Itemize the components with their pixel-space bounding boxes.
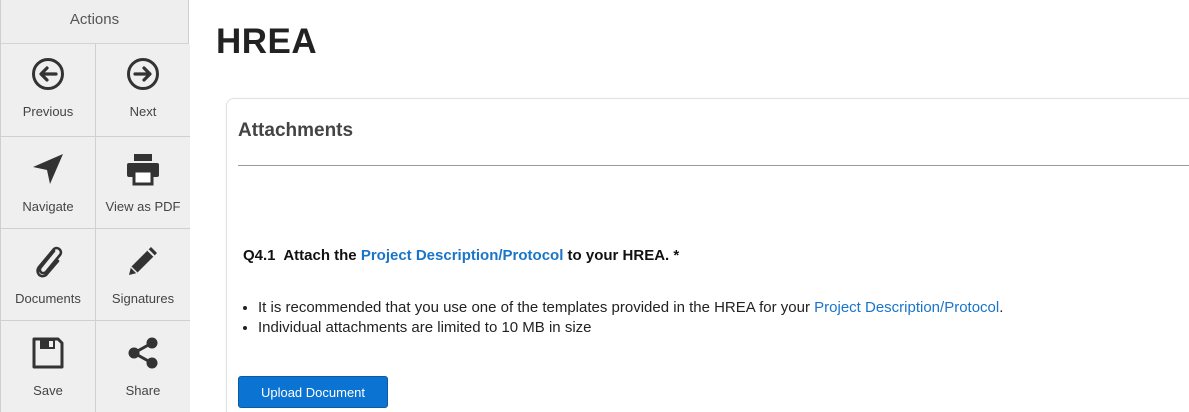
signatures-button[interactable]: Signatures <box>96 229 190 321</box>
section-title: Attachments <box>238 120 354 141</box>
bullet-text: It is recommended that you use one of th… <box>258 299 810 316</box>
documents-button[interactable]: Documents <box>1 229 96 321</box>
list-item: Individual attachments are limited to 10… <box>258 318 1003 338</box>
save-label: Save <box>33 383 63 398</box>
signatures-label: Signatures <box>111 291 175 306</box>
view-as-pdf-button[interactable]: View as PDF <box>96 137 190 229</box>
question-number: Q4.1 <box>243 247 276 264</box>
arrow-left-circle-icon <box>28 54 68 94</box>
question-q4-1: Q4.1 Attach the Project Description/Prot… <box>243 247 679 264</box>
save-button[interactable]: Save <box>1 321 96 412</box>
printer-icon <box>123 149 163 189</box>
upload-document-button[interactable]: Upload Document <box>238 376 388 408</box>
actions-grid: Previous Next Navigate View as PDF Docum… <box>1 44 190 412</box>
actions-sidebar: Actions Previous Next Navigate View as P… <box>0 0 190 412</box>
paperclip-icon <box>28 241 68 281</box>
previous-button[interactable]: Previous <box>1 44 96 137</box>
save-icon <box>28 333 68 373</box>
share-icon <box>123 333 163 373</box>
project-description-link[interactable]: Project Description/Protocol <box>361 247 564 264</box>
navigate-button[interactable]: Navigate <box>1 137 96 229</box>
arrow-right-circle-icon <box>123 54 163 94</box>
sidebar-title: Actions <box>1 0 188 44</box>
instructions-list: It is recommended that you use one of th… <box>258 298 1003 338</box>
view-as-pdf-label: View as PDF <box>105 199 181 214</box>
question-suffix: to your HREA. * <box>567 247 680 264</box>
navigate-icon <box>28 149 68 189</box>
previous-label: Previous <box>22 104 74 119</box>
share-button[interactable]: Share <box>96 321 190 412</box>
next-button[interactable]: Next <box>96 44 190 137</box>
project-description-link-2[interactable]: Project Description/Protocol <box>814 299 999 316</box>
documents-label: Documents <box>15 291 81 306</box>
page-title: HREA <box>216 22 318 61</box>
bullet-text-2: Individual attachments are limited to 10… <box>258 319 592 336</box>
navigate-label: Navigate <box>22 199 74 214</box>
next-label: Next <box>129 104 157 119</box>
question-prefix: Attach the <box>283 247 357 264</box>
list-item: It is recommended that you use one of th… <box>258 298 1003 318</box>
bullet-period: . <box>999 299 1004 316</box>
section-divider <box>238 165 1189 166</box>
pencil-icon <box>123 241 163 281</box>
share-label: Share <box>125 383 161 398</box>
